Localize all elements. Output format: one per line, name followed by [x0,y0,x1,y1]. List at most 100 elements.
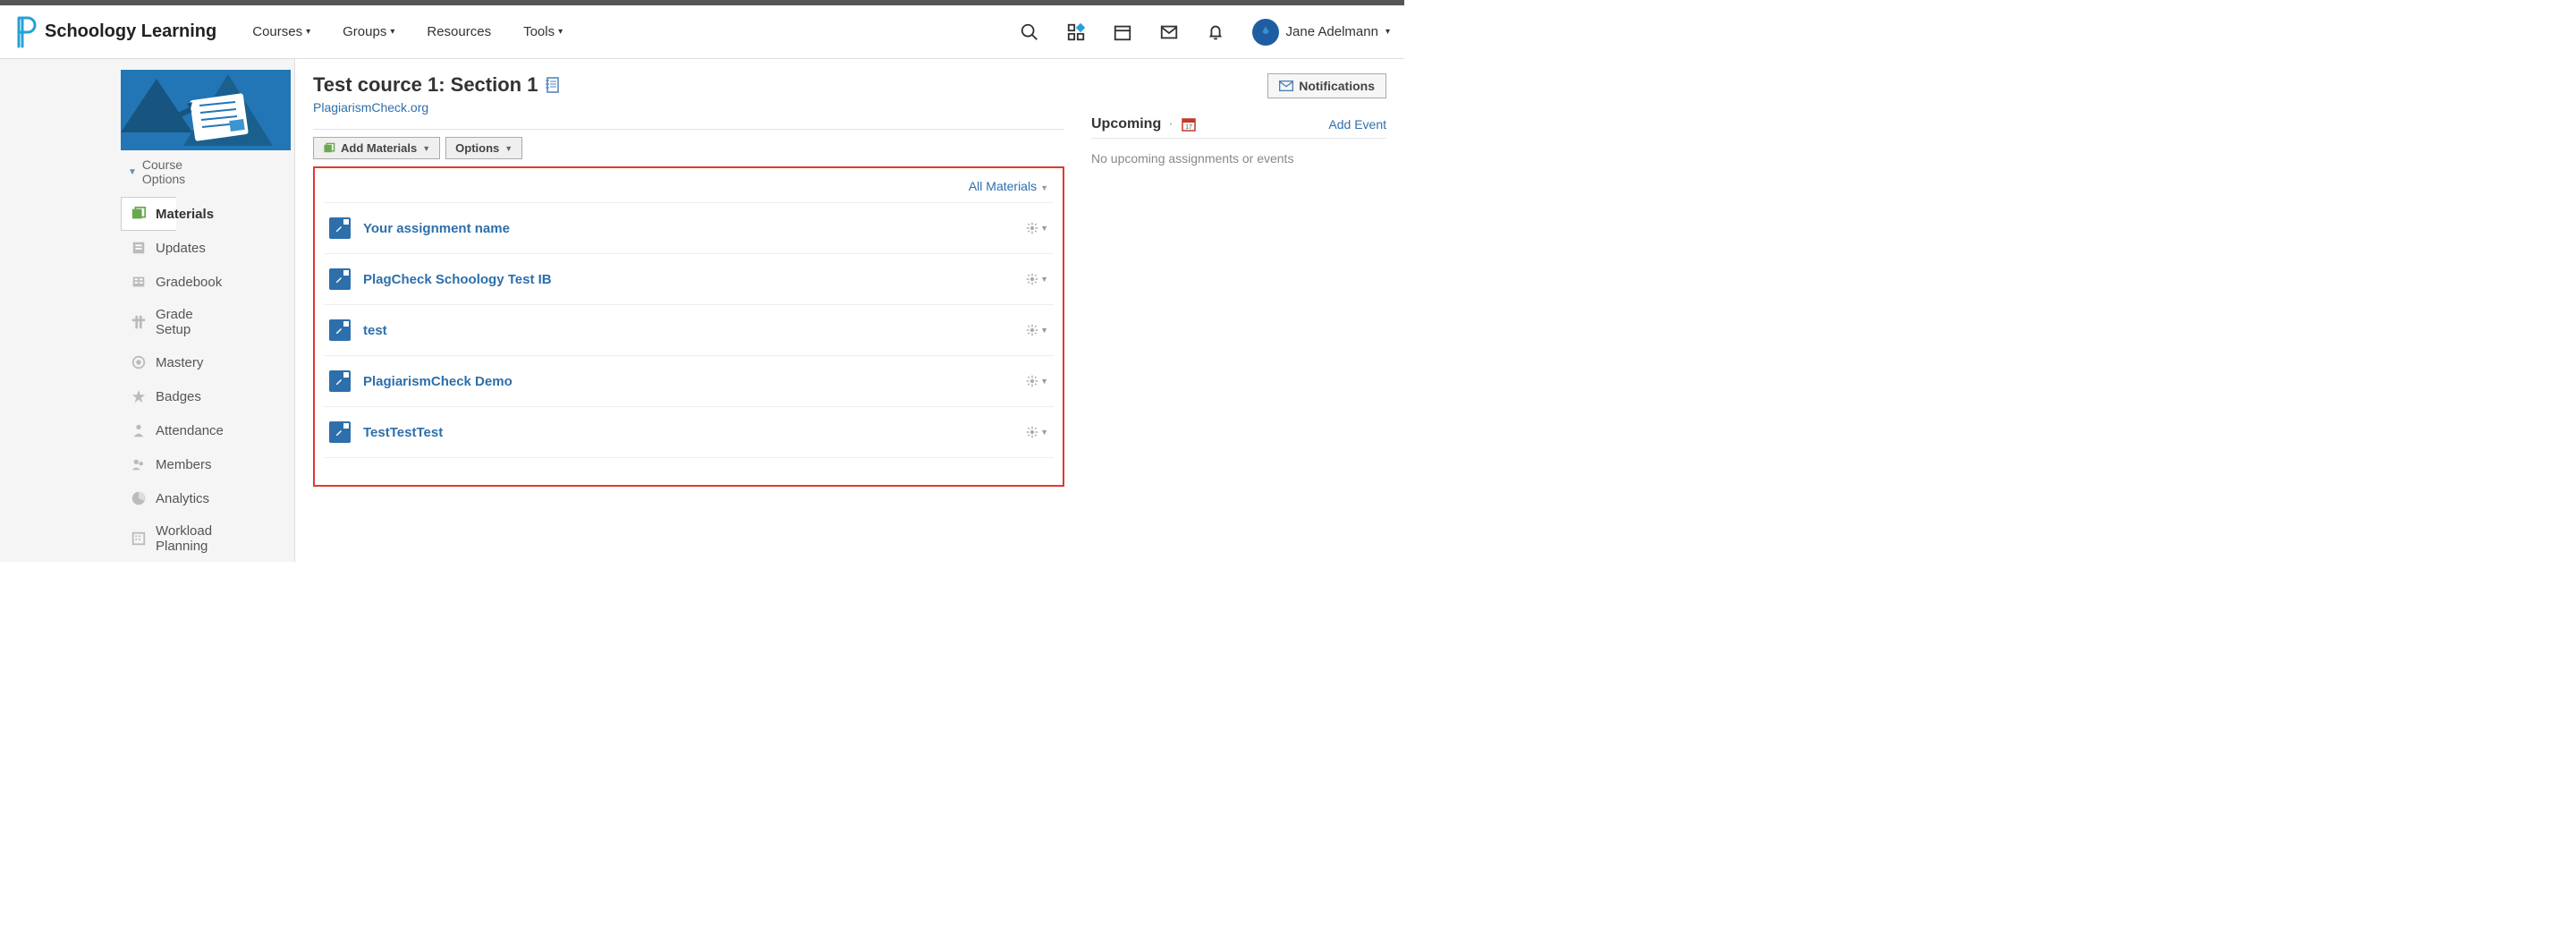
sidebar-item-badges[interactable]: Badges [121,379,176,413]
material-title[interactable]: PlagiarismCheck Demo [363,374,513,389]
members-icon [131,455,147,473]
calendar-icon[interactable] [1113,22,1132,42]
divider [313,129,1064,130]
mail-icon[interactable] [1159,22,1179,42]
gear-icon [1026,222,1038,234]
nav-groups[interactable]: Groups ▾ [343,24,394,39]
add-materials-button[interactable]: Add Materials ▼ [313,137,440,159]
page-body: ▼ Course Options Materials Updates Grade… [0,59,1404,562]
course-options-label: Course Options [142,157,185,186]
user-name-label: Jane Adelmann [1286,24,1378,39]
grade-setup-icon [131,313,147,331]
chevron-down-icon: ▾ [390,27,394,37]
material-settings[interactable]: ▼ [1026,375,1048,387]
caret-down-icon: ▼ [504,144,513,153]
sidebar-item-label: Gradebook [156,275,222,290]
brand-logo[interactable]: Schoology Learning [14,16,216,48]
material-title[interactable]: PlagCheck Schoology Test IB [363,272,552,287]
badges-icon [131,387,147,405]
nav-groups-label: Groups [343,24,386,39]
dot-separator: · [1168,116,1173,132]
sidebar-item-label: Updates [156,241,206,256]
notifications-label: Notifications [1299,79,1375,93]
add-event-link[interactable]: Add Event [1328,117,1386,132]
caret-down-icon: ▼ [1040,224,1048,233]
upcoming-header: Upcoming · 17 Add Event [1091,116,1386,139]
sidebar-item-analytics[interactable]: Analytics [121,481,176,515]
nav-courses[interactable]: Courses ▾ [252,24,310,39]
gradebook-icon [131,273,147,291]
sidebar-item-updates[interactable]: Updates [121,231,176,265]
material-row[interactable]: Your assignment name ▼ [324,202,1054,253]
svg-text:17: 17 [1185,124,1192,131]
sidebar-item-materials[interactable]: Materials [121,197,176,231]
gear-icon [1026,375,1038,387]
sidebar-item-gradebook[interactable]: Gradebook [121,265,176,299]
material-row[interactable]: PlagiarismCheck Demo ▼ [324,355,1054,406]
material-row[interactable]: TestTestTest ▼ [324,406,1054,458]
main-header: Schoology Learning Courses ▾ Groups ▾ Reso… [0,5,1404,59]
caret-down-icon: ▼ [1040,428,1048,437]
gear-icon [1026,273,1038,285]
caret-down-icon: ▼ [1040,326,1048,335]
options-button[interactable]: Options ▼ [445,137,522,159]
workload-icon [131,530,147,548]
course-options-toggle[interactable]: ▼ Course Options [121,150,176,197]
all-materials-filter[interactable]: All Materials▼ [324,175,1054,202]
all-materials-label: All Materials [969,179,1037,193]
nav-resources-label: Resources [427,24,491,39]
upcoming-empty-text: No upcoming assignments or events [1091,151,1386,166]
assignment-icon [329,268,351,290]
org-link[interactable]: PlagiarismCheck.org [313,100,1064,115]
caret-down-icon: ▼ [422,144,430,153]
gear-icon [1026,324,1038,336]
material-settings[interactable]: ▼ [1026,324,1048,336]
analytics-icon [131,489,147,507]
materials-icon [131,205,147,223]
material-title[interactable]: TestTestTest [363,425,443,440]
notifications-button[interactable]: Notifications [1267,73,1386,98]
sidebar-item-label: Analytics [156,491,209,506]
chevron-down-icon: ▾ [306,27,310,37]
user-menu[interactable]: Jane Adelmann ▾ [1252,19,1390,46]
main-left-column: Test cource 1: Section 1 PlagiarismCheck… [313,73,1064,548]
nav-tools[interactable]: Tools▾ [523,24,563,39]
apps-icon[interactable] [1066,22,1086,42]
sidebar-item-label: Attendance [156,423,224,438]
mail-icon [1279,81,1293,91]
caret-down-icon: ▼ [1040,377,1048,386]
material-settings[interactable]: ▼ [1026,222,1048,234]
caret-down-icon: ▼ [128,167,137,177]
options-label: Options [455,141,499,155]
sidebar-item-workload[interactable]: Workload Planning [121,515,176,562]
material-row[interactable]: test ▼ [324,304,1054,355]
assignment-icon [329,217,351,239]
add-materials-icon [323,142,335,155]
material-row[interactable]: PlagCheck Schoology Test IB ▼ [324,253,1054,304]
sidebar-item-members[interactable]: Members [121,447,176,481]
caret-down-icon: ▼ [1040,183,1048,192]
add-materials-label: Add Materials [341,141,417,155]
material-title[interactable]: Your assignment name [363,221,510,236]
nav-courses-label: Courses [252,24,302,39]
caret-down-icon: ▼ [1040,275,1048,284]
calendar-small-icon[interactable]: 17 [1181,116,1197,132]
primary-nav: Courses▾ Groups▾ Resources Tools▾ [252,24,563,39]
materials-list: Your assignment name ▼ PlagCheck Schoolo… [324,202,1054,458]
nav-resources[interactable]: Resources [427,24,491,39]
sidebar-item-attendance[interactable]: Attendance [121,413,176,447]
course-thumbnail[interactable] [121,70,291,150]
material-title[interactable]: test [363,323,387,338]
search-icon[interactable] [1020,22,1039,42]
nav-tools-label: Tools [523,24,555,39]
sidebar-item-mastery[interactable]: Mastery [121,345,176,379]
sidebar-item-grade-setup[interactable]: Grade Setup [121,299,176,345]
page-title: Test cource 1: Section 1 [313,73,538,97]
material-settings[interactable]: ▼ [1026,426,1048,438]
material-settings[interactable]: ▼ [1026,273,1048,285]
brand-name: Schoology Learning [45,21,216,42]
assignment-icon [329,319,351,341]
chevron-down-icon: ▾ [558,27,563,37]
bell-icon[interactable] [1206,22,1225,42]
page-title-row: Test cource 1: Section 1 [313,73,1064,97]
